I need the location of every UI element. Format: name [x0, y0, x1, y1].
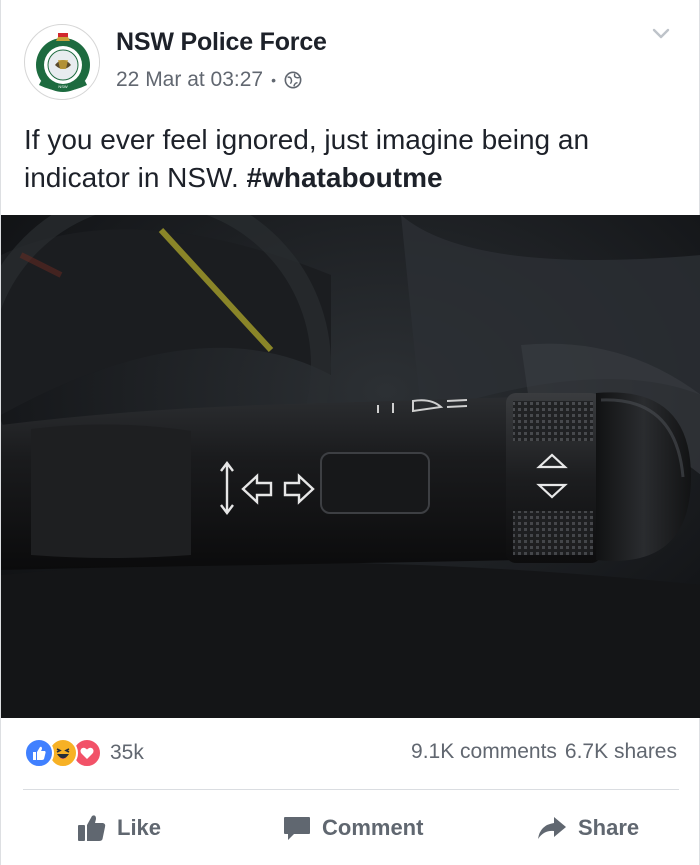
post-timestamp[interactable]: 22 Mar at 03:27	[116, 68, 263, 92]
reaction-count: 35k	[110, 741, 144, 764]
globe-icon[interactable]	[284, 71, 302, 89]
like-button[interactable]: Like	[77, 810, 161, 846]
comment-label: Comment	[322, 815, 424, 840]
hashtag-link[interactable]: #whataboutme	[247, 162, 443, 193]
like-reaction-icon	[24, 738, 54, 768]
share-label: Share	[578, 815, 640, 840]
post-text: If you ever feel ignored, just imagine b…	[24, 121, 684, 197]
divider	[23, 789, 679, 790]
share-button[interactable]: Share	[536, 810, 639, 846]
chevron-down-icon[interactable]	[650, 22, 672, 44]
thumbs-up-icon	[78, 815, 106, 841]
reactions-summary[interactable]: 35k	[24, 737, 144, 769]
comment-button[interactable]: Comment	[282, 810, 423, 846]
shares-count-link[interactable]: 6.7K shares	[565, 740, 677, 764]
indicator-stalk-image	[1, 215, 700, 718]
comments-count-link[interactable]: 9.1K comments	[411, 740, 557, 764]
post-header: NSW NSW Police Force 22 Mar at 03:27 •	[1, 0, 700, 110]
like-label: Like	[117, 815, 162, 840]
svg-text:NSW: NSW	[58, 84, 68, 89]
post-stats: 9.1K comments 6.7K shares	[411, 740, 677, 764]
page-avatar[interactable]: NSW	[24, 24, 100, 100]
post-card: NSW NSW Police Force 22 Mar at 03:27 • I…	[0, 0, 700, 865]
comment-icon	[284, 817, 310, 840]
police-badge-logo: NSW	[27, 27, 99, 99]
action-bar: Like Comment Share	[1, 800, 700, 856]
share-icon	[538, 817, 566, 839]
post-photo[interactable]	[1, 215, 700, 718]
meta-separator: •	[271, 72, 276, 88]
page-name-link[interactable]: NSW Police Force	[116, 28, 327, 57]
post-meta: 22 Mar at 03:27 •	[116, 68, 302, 92]
